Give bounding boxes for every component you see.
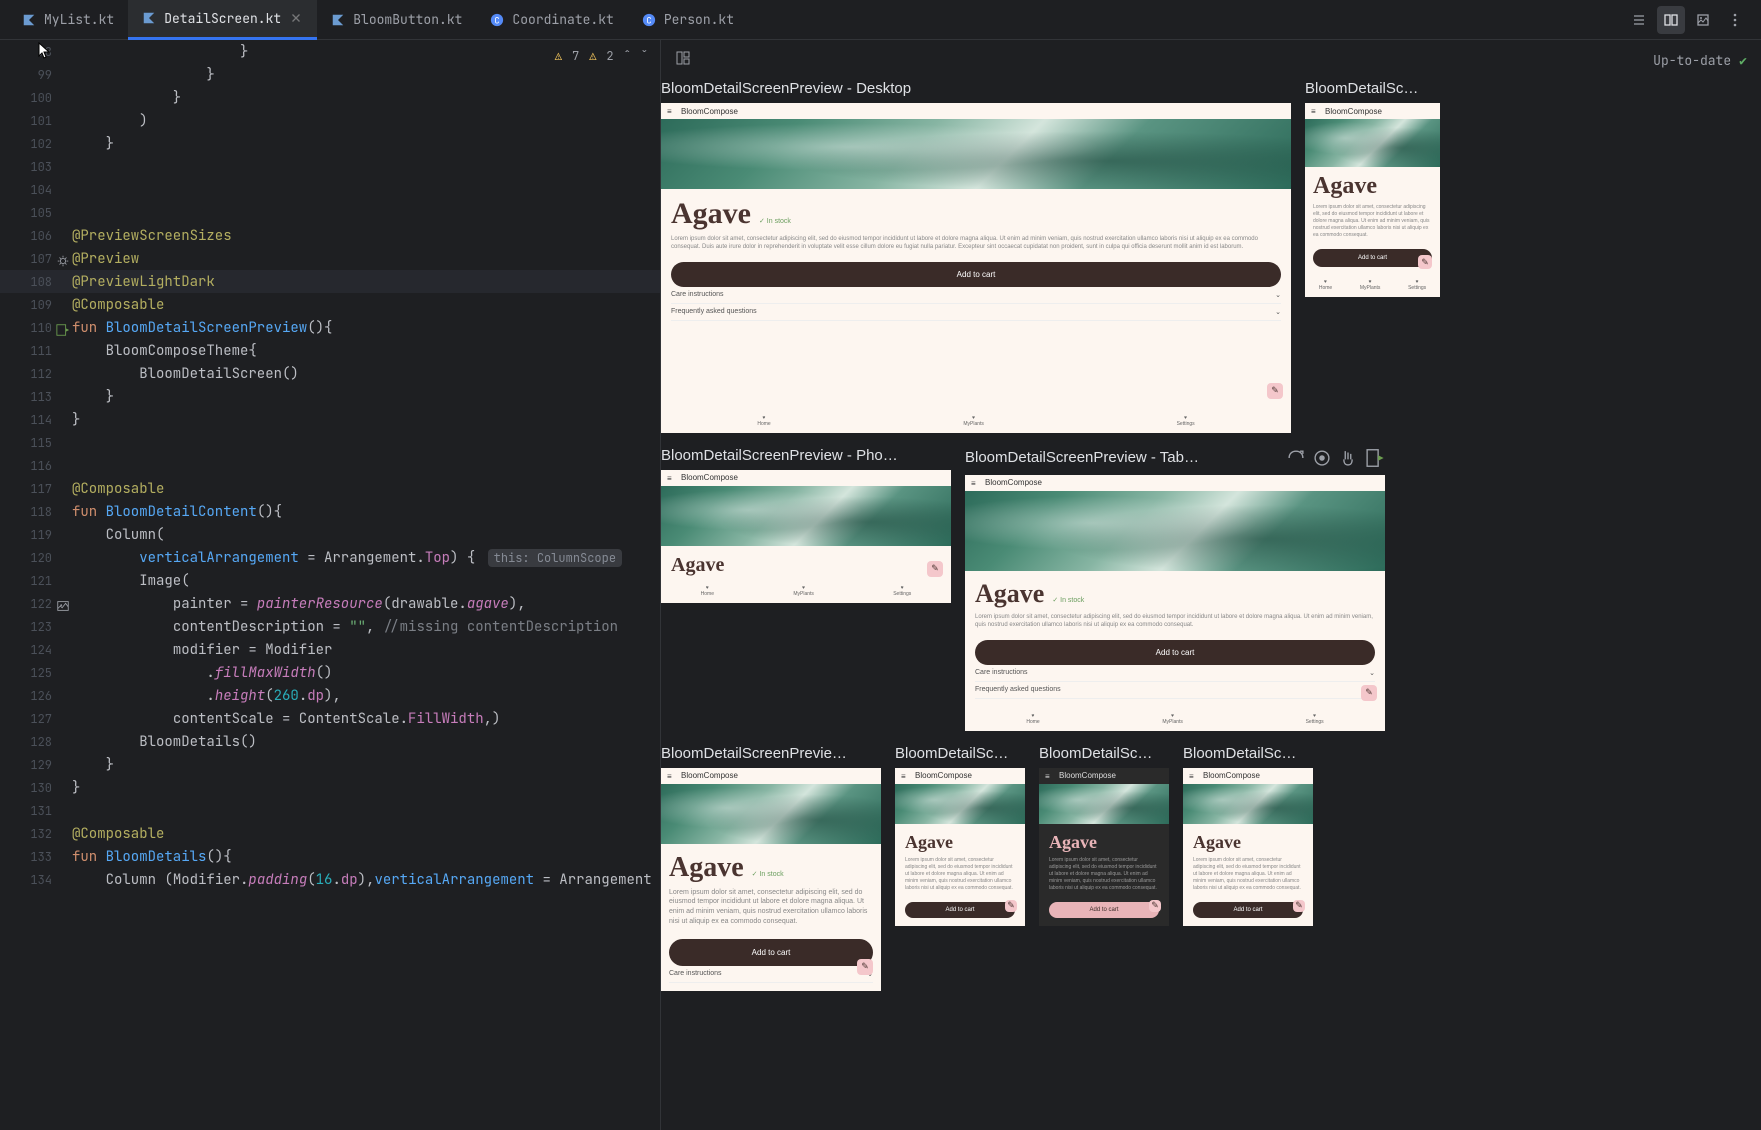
hero-image [661,486,951,546]
preview-card-xs[interactable]: ≡BloomCompose Agave Lorem ipsum dolor si… [1183,768,1313,926]
editor-tabs: MyList.kt DetailScreen.kt BloomButton.kt… [0,0,1761,40]
preview-card-xs[interactable]: ≡BloomCompose Agave Lorem ipsum dolor si… [895,768,1025,926]
annotation: @PreviewScreenSizes [72,227,232,245]
preview-card-phone[interactable]: ≡BloomCompose Agave ✎ ♥Home♥MyPlants♥Set… [661,470,951,603]
tab-person[interactable]: C Person.kt [628,0,748,40]
code-line: } [72,43,248,61]
hamburger-icon: ≡ [667,474,677,482]
close-icon[interactable] [289,11,303,25]
kotlin-file-icon [331,13,345,27]
warning-icon: ⚠ [555,48,562,64]
preview-label: BloomDetailScreenPreview - Desktop [661,80,1291,97]
preview-card-xs-dark[interactable]: ≡BloomCompose Agave Lorem ipsum dolor si… [1039,768,1169,926]
fab-edit: ✎ [1361,685,1377,701]
svg-text:C: C [646,14,651,26]
gesture-icon[interactable] [1337,447,1359,469]
preview-label: BloomDetailSc… [1183,745,1313,762]
svg-text:C: C [495,14,500,26]
inspection-widget[interactable]: ⚠ 7 ⚠ 2 ˆ ˇ [555,48,648,64]
code-editor[interactable]: ⚠7 ⚠2 ˆ ˇ 98 } 99 } 100 } 101 ) 102 } 10… [0,40,660,1130]
check-icon: ✔ [1739,52,1747,69]
warning-count: 7 [572,48,579,64]
accordion-item: Care instructions⌄ [975,665,1375,682]
code-line: } [72,135,114,153]
tab-label: Coordinate.kt [512,11,613,28]
run-gutter-icon[interactable] [56,323,70,337]
deploy-icon[interactable] [1363,447,1385,469]
hero-image [965,491,1385,571]
preview-label: BloomDetailScreenPreview - Tab… [965,449,1199,466]
preview-card-desktop[interactable]: ≡BloomCompose Agave✓ In stock Lorem ipsu… [661,103,1291,433]
chevron-down-icon[interactable]: ˇ [641,48,648,64]
tab-mylist[interactable]: MyList.kt [8,0,128,40]
code-line: ) [72,112,148,130]
chevron-up-icon[interactable]: ˆ [624,48,631,64]
tab-bloombutton[interactable]: BloomButton.kt [317,0,476,40]
image-gutter-icon[interactable] [56,599,70,613]
hamburger-icon: ≡ [667,107,677,115]
annotation: @Composable [72,480,164,498]
add-to-cart-button: Add to cart [671,262,1281,287]
preview-item-actions [1285,447,1385,469]
preview-label: BloomDetailScreenPreview - Pho… [661,447,951,464]
tab-label: DetailScreen.kt [164,10,281,27]
preview-label: BloomDetailSc… [895,745,1025,762]
kotlin-class-icon: C [490,13,504,27]
fab-edit: ✎ [1418,255,1432,269]
more-icon[interactable] [1721,6,1749,34]
kotlin-file-icon [142,11,156,25]
accordion-item: Care instructions⌄ [671,287,1281,304]
annotation: @Preview [72,250,139,268]
annotation: @PreviewLightDark [72,273,215,291]
accordion-item: Frequently asked questions⌄ [671,304,1281,321]
tab-label: MyList.kt [44,11,114,28]
annotation: @Composable [72,296,164,314]
fab-edit: ✎ [1267,383,1283,399]
tab-label: Person.kt [664,11,734,28]
add-to-cart-button: Add to cart [975,640,1375,665]
weak-warning-count: 2 [606,48,613,64]
design-view-button[interactable] [1689,6,1717,34]
annotation: @Composable [72,825,164,843]
layout-toggle-button[interactable] [675,50,691,70]
tabs-right-actions [1625,6,1761,34]
hero-image [661,119,1291,189]
preview-card-medium[interactable]: ≡BloomCompose Agave Lorem ipsum dolor si… [1305,103,1440,297]
code-line: } [72,89,181,107]
hamburger-icon: ≡ [971,479,981,487]
preview-label: BloomDetailSc… [1305,80,1440,97]
tab-detailscreen[interactable]: DetailScreen.kt [128,0,317,40]
settings-gutter-icon[interactable] [56,254,70,268]
weak-warning-icon: ⚠ [589,48,596,64]
kotlin-file-icon [22,13,36,27]
hero-image [1305,119,1440,167]
preview-label: BloomDetailSc… [1039,745,1169,762]
preview-toolbar: Up-to-date ✔ [661,40,1761,80]
preview-card-small[interactable]: ≡BloomCompose Agave✓ In stock Lorem ipsu… [661,768,881,991]
preview-card-tablet[interactable]: ≡BloomCompose Agave✓ In stock Lorem ipsu… [965,475,1385,731]
hamburger-icon: ≡ [1311,107,1321,115]
interactive-icon[interactable] [1311,447,1333,469]
kotlin-class-icon: C [642,13,656,27]
tab-label: BloomButton.kt [353,11,462,28]
preview-status-text: Up-to-date [1653,52,1731,69]
list-view-button[interactable] [1625,6,1653,34]
tab-coordinate[interactable]: C Coordinate.kt [476,0,627,40]
compose-preview-panel: Up-to-date ✔ BloomDetailScreenPreview - … [660,40,1761,1130]
animation-icon[interactable] [1285,447,1307,469]
preview-label: BloomDetailScreenPrevie… [661,745,881,762]
split-view-button[interactable] [1657,6,1685,34]
add-to-cart-button: Add to cart [1313,249,1432,267]
accordion-item: Frequently asked questions⌄ [975,682,1375,699]
fab-edit: ✎ [927,561,943,577]
inlay-hint: this: ColumnScope [488,549,622,567]
code-line: } [72,66,215,84]
